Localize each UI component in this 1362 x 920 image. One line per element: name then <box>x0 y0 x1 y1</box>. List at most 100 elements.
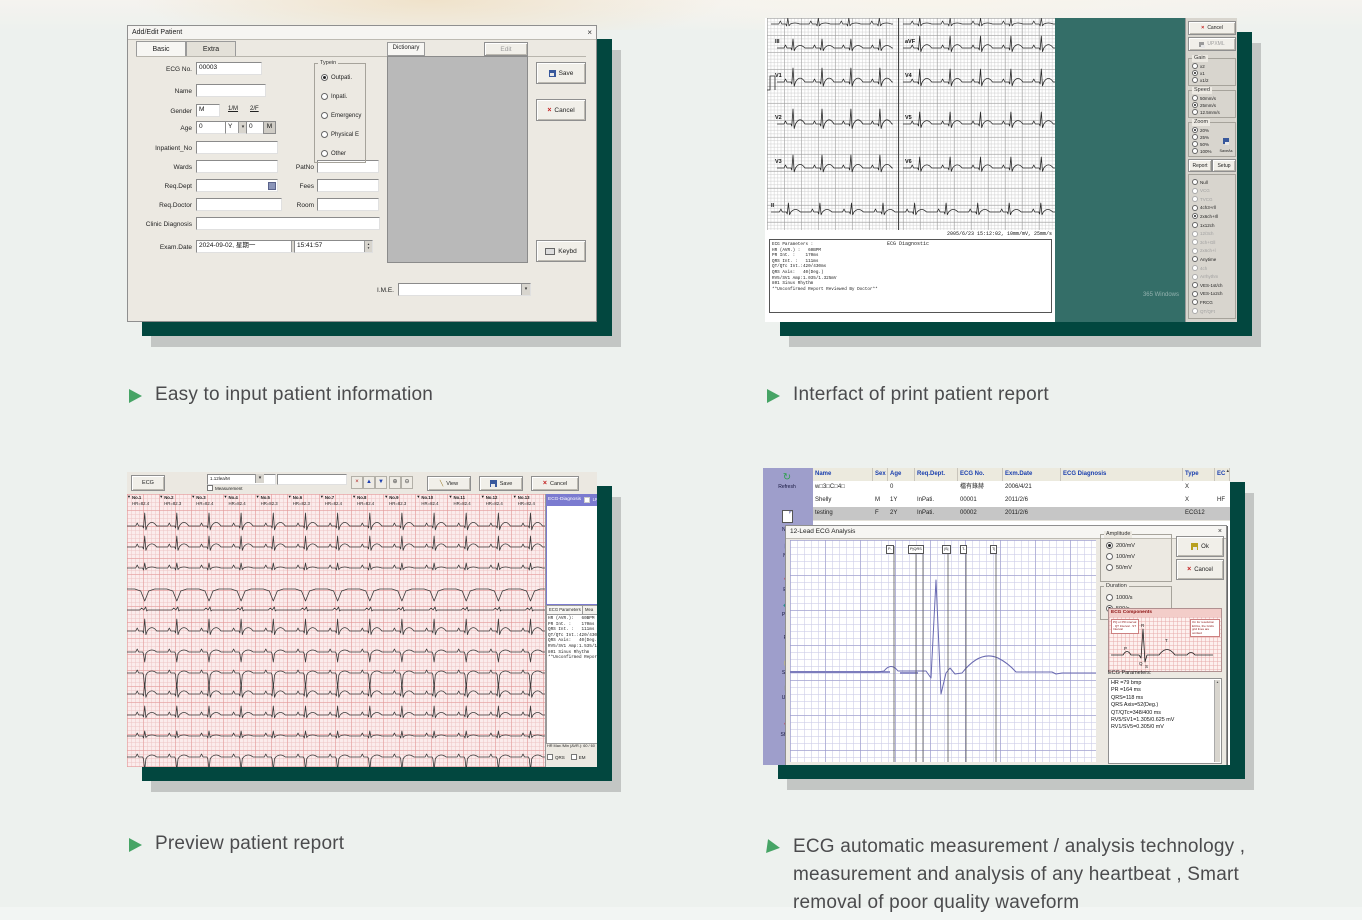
spin-down-icon[interactable]: ▾ <box>368 247 370 251</box>
radio-icon <box>1192 213 1198 219</box>
fees-input[interactable] <box>317 179 379 192</box>
cancel-button[interactable]: × Cancel <box>536 99 586 121</box>
table-header-2[interactable]: Age <box>888 468 915 481</box>
diagnostic-label: ECG Diagnostic <box>885 240 1051 250</box>
report-tab-button[interactable]: Report <box>1188 159 1212 172</box>
dictionary-tab[interactable]: Dictionary <box>387 42 425 56</box>
file-field[interactable] <box>277 474 347 485</box>
zoom-radio-0[interactable]: 20% <box>1192 127 1209 133</box>
zoom-out-icon[interactable]: ⊖ <box>401 476 413 489</box>
cancel-button[interactable]: × Cancel <box>1176 559 1224 580</box>
down-arrow-icon[interactable]: ▼ <box>375 476 387 489</box>
table-header-0[interactable]: Name <box>813 468 873 481</box>
sidebar-item-refresh[interactable]: ↻Refresh <box>763 472 811 490</box>
report-format-radio-13[interactable]: VES-1x2ch <box>1192 291 1223 297</box>
req-doctor-input[interactable] <box>196 198 282 211</box>
saveas-button[interactable]: SaveAs <box>1219 131 1233 153</box>
typein-radio-2[interactable]: Emergency <box>321 112 361 119</box>
gain-radio-0[interactable]: x2 <box>1192 63 1205 69</box>
typein-radio-4[interactable]: Other <box>321 150 346 157</box>
setup-tab-button[interactable]: Setup <box>1212 159 1236 172</box>
gender-input[interactable]: M <box>196 104 220 117</box>
zoom-radio-2[interactable]: 50% <box>1192 141 1209 147</box>
up-arrow-icon[interactable]: ▲ <box>363 476 375 489</box>
save-label: Save <box>559 70 574 77</box>
keybd-button[interactable]: Keybd <box>536 240 586 262</box>
spinner-arrows[interactable]: ▴▾ <box>364 241 372 252</box>
report-format-radio-4[interactable]: 2x6ch+rll <box>1192 213 1218 219</box>
table-header-1[interactable]: Sex <box>873 468 888 481</box>
scrollbar[interactable]: ▴ <box>1214 680 1220 762</box>
amplitude-radio-1[interactable]: 100/mV <box>1106 553 1135 560</box>
ecg-no-input[interactable]: 00003 <box>196 62 262 75</box>
typein-radio-1[interactable]: Inpati. <box>321 93 347 100</box>
table-header-6[interactable]: ECG Diagnosis <box>1061 468 1183 481</box>
req-dept-input[interactable] <box>196 179 278 192</box>
measurement-checkbox[interactable]: Measurement <box>207 485 243 491</box>
diagnosis-listbox[interactable] <box>546 505 597 605</box>
table-header-3[interactable]: Req.Dept. <box>915 468 958 481</box>
ok-button[interactable]: Ok <box>1176 536 1224 557</box>
speed-radio-0[interactable]: 50mm/s <box>1192 95 1216 101</box>
table-row-1[interactable]: ShellyM1YInPati.000012011/2/6XHF <box>813 494 1230 508</box>
marker-box-3[interactable]: T- <box>960 545 967 554</box>
x-icon[interactable]: × <box>351 476 363 489</box>
table-header-7[interactable]: Type <box>1183 468 1215 481</box>
inpatient-no-input[interactable] <box>196 141 278 154</box>
save-button[interactable]: Save <box>536 62 586 84</box>
table-header-5[interactable]: Exm.Date <box>1003 468 1061 481</box>
marker-box-0[interactable]: P- <box>886 545 894 554</box>
gain-radio-2[interactable]: x1/2 <box>1192 77 1209 83</box>
report-format-radio-12[interactable]: VES-1st/ch <box>1192 282 1223 288</box>
clinic-diagnosis-input[interactable] <box>196 217 380 230</box>
scroll-up-icon[interactable]: ▴ <box>1226 468 1229 474</box>
age-unit-combo[interactable]: Y▾ <box>225 121 248 134</box>
report-format-radio-9[interactable]: Anytime <box>1192 256 1216 262</box>
amplitude-radio-0[interactable]: 200/mV <box>1106 542 1135 549</box>
table-header-4[interactable]: ECG No. <box>958 468 1003 481</box>
chevron-down-icon[interactable]: ▾ <box>255 474 264 483</box>
report-format-radio-3[interactable]: 4ch3+rll <box>1192 205 1216 211</box>
wards-input[interactable] <box>196 160 278 173</box>
table-row-2[interactable]: testingF2YInPati.000022011/2/6ECG12 <box>813 507 1230 521</box>
dictionary-listbox[interactable] <box>387 56 528 263</box>
marker-box-4[interactable]: T| <box>990 545 997 554</box>
marker-box-1[interactable]: P|QRS <box>908 545 924 554</box>
report-format-radio-14[interactable]: FRCG <box>1192 299 1213 305</box>
dept-lookup-icon[interactable] <box>268 182 276 190</box>
dictionary-edit-button[interactable]: Edit <box>484 42 528 56</box>
name-input[interactable] <box>196 84 266 97</box>
zoom-radio-1[interactable]: 25% <box>1192 134 1209 140</box>
room-input[interactable] <box>317 198 379 211</box>
gain-radio-1[interactable]: x1 <box>1192 70 1205 76</box>
view-button[interactable]: ╲ View <box>427 476 471 491</box>
ime-combo[interactable]: ▾ <box>398 283 531 296</box>
check-qrs[interactable]: QRS <box>547 754 565 760</box>
age-years-input[interactable]: 0 <box>196 121 226 134</box>
zoom-radio-3[interactable]: 100% <box>1192 148 1212 154</box>
print-cancel-button[interactable]: × Cancel <box>1188 21 1236 35</box>
amplitude-radio-2[interactable]: 50/mV <box>1106 564 1132 571</box>
exam-date-combo[interactable]: 2024-09-02, 星期一▾ <box>196 240 301 253</box>
marker-box-2[interactable]: |S| <box>942 545 951 554</box>
cancel-button[interactable]: × Cancel <box>531 476 579 491</box>
ecg-button[interactable]: ECG <box>131 475 165 491</box>
upxml-button[interactable]: UPXML <box>1188 37 1236 51</box>
check-em[interactable]: EM <box>571 754 586 760</box>
radio-label: x1 <box>1200 71 1205 76</box>
table-cell: 檔有錄赫 <box>958 481 1002 494</box>
speed-radio-1[interactable]: 25mm/s <box>1192 102 1216 108</box>
chevron-down-icon[interactable]: ▾ <box>521 284 530 295</box>
zoom-in-icon[interactable]: ⊕ <box>389 476 401 489</box>
exam-time-spinner[interactable]: 15:41:57▴▾ <box>294 240 373 253</box>
typein-radio-0[interactable]: Outpati. <box>321 74 352 81</box>
typein-radio-3[interactable]: Physical E <box>321 131 359 138</box>
report-format-radio-5[interactable]: 1x12ch <box>1192 222 1215 228</box>
lead-format-combo[interactable]: 1.12lea/M <box>207 474 276 485</box>
checkbox-icon[interactable] <box>584 497 590 503</box>
report-format-radio-0[interactable]: Null <box>1192 179 1208 185</box>
save-button[interactable]: Save <box>479 476 523 491</box>
table-row-0[interactable]: w□3□C□4□0檔有錄赫2006/4/21X <box>813 481 1230 495</box>
duration-radio-0[interactable]: 1000/s <box>1106 594 1133 601</box>
speed-radio-2[interactable]: 12.5mm/s <box>1192 109 1220 115</box>
